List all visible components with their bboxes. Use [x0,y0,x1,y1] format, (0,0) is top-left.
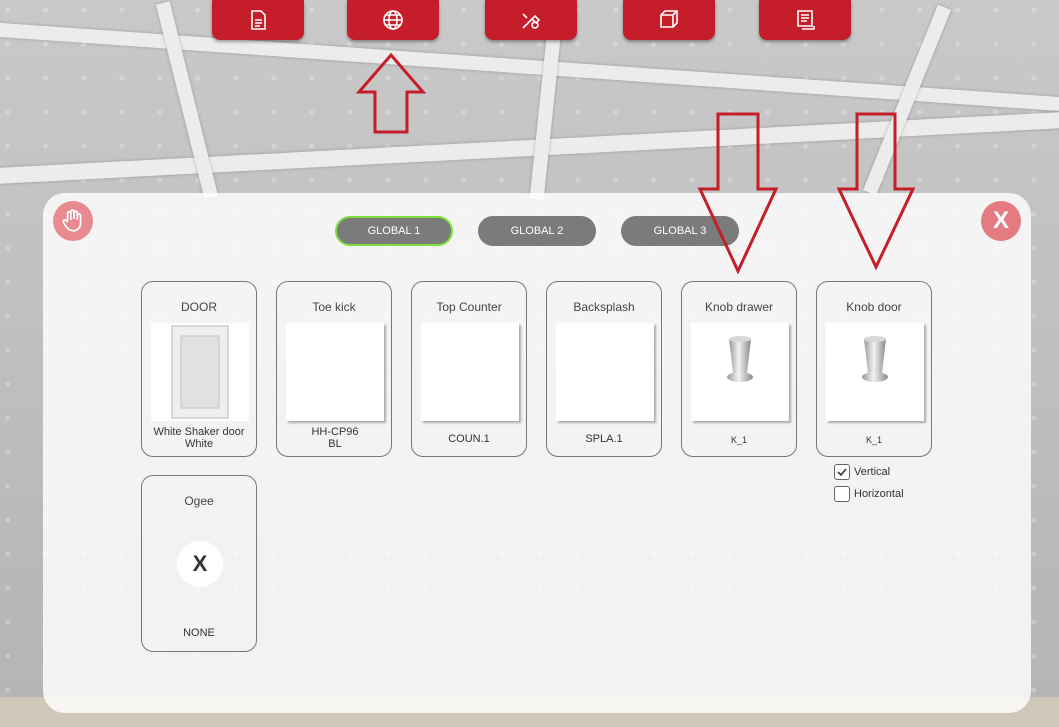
vertical-label: Vertical [854,466,891,478]
vertical-checkbox[interactable] [834,464,850,480]
backsplash-card[interactable]: Backsplash SPLA.1 [546,281,662,457]
molding-card[interactable]: Ogee X NONE [141,475,257,652]
remove-molding-button[interactable]: X [177,541,223,587]
card-value: K_1 [865,435,882,445]
toolbar-cube-button[interactable] [623,0,715,40]
down-arrow-annotation [697,112,779,275]
card-title: Ogee [184,494,214,508]
knob-door-swatch [826,323,924,421]
tab-global-2[interactable]: GLOBAL 2 [478,216,596,246]
horizontal-checkbox[interactable] [834,486,850,502]
toolbar-report-button[interactable] [759,0,851,40]
knob-drawer-card[interactable]: Knob drawer K_1 [681,281,797,457]
card-value: NONE [183,627,215,639]
knob-image [862,336,888,382]
card-title: Knob drawer [704,300,774,314]
globe-icon [383,10,403,30]
drag-hand-button[interactable] [53,201,93,241]
top-counter-swatch [421,323,519,421]
vertical-checkbox-row[interactable]: Vertical [834,464,890,480]
hand-icon [62,209,82,232]
up-arrow-annotation [355,52,427,134]
toe-kick-swatch [286,323,384,421]
toolbar-globe-button[interactable] [347,0,439,40]
tools-icon [522,13,541,29]
card-title: Toe kick [312,300,356,314]
door-card[interactable]: DOOR White Shaker door White [141,281,257,457]
close-panel-button[interactable]: X [981,201,1021,241]
card-value: SPLA.1 [585,433,623,445]
top-counter-card[interactable]: Top Counter COUN.1 [411,281,527,457]
card-value: COUN.1 [448,433,490,445]
down-arrow-annotation [836,112,916,271]
door-swatch [151,323,249,421]
toolbar-tools-button[interactable] [485,0,577,40]
card-value: K_1 [730,435,747,445]
checkmark-icon [837,468,847,477]
horizontal-label: Horizontal [854,488,904,500]
tab-global-1[interactable]: GLOBAL 1 [335,216,453,246]
toe-kick-card[interactable]: Toe kick HH-CP96 BL [276,281,392,457]
report-icon [797,10,815,30]
shaker-door-image [171,325,229,419]
cube-icon [660,10,678,28]
toolbar-document-button[interactable] [212,0,304,40]
card-value: White Shaker door White [153,426,245,450]
horizontal-checkbox-row[interactable]: Horizontal [834,486,904,502]
card-title: Backsplash [573,300,635,314]
document-icon [251,10,266,30]
card-value: HH-CP96 BL [311,426,359,450]
card-title: Knob door [846,300,902,314]
knob-drawer-swatch [691,323,789,421]
knob-door-card[interactable]: Knob door K_1 [816,281,932,457]
card-title: DOOR [181,300,217,314]
card-title: Top Counter [436,300,502,314]
knob-image [727,336,753,382]
backsplash-swatch [556,323,654,421]
